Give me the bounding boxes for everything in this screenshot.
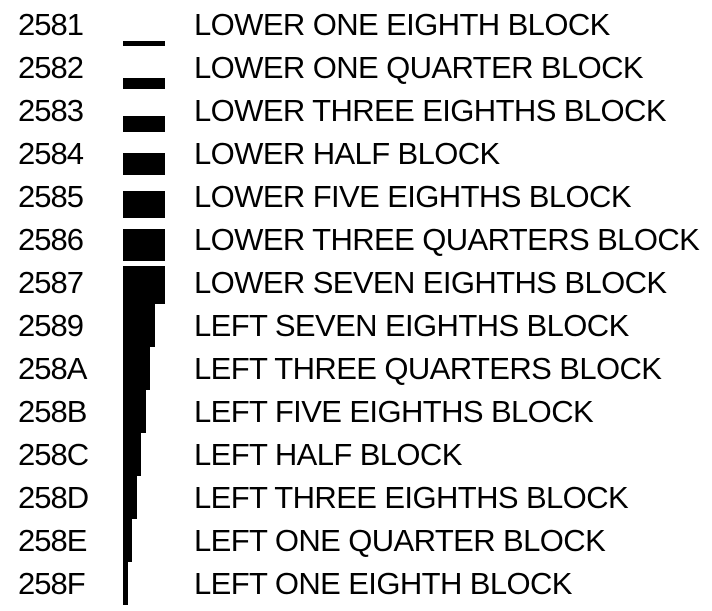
character-name: LOWER FIVE EIGHTHS BLOCK <box>194 179 632 214</box>
glyph-cell <box>123 304 165 347</box>
glyph-cell <box>123 261 165 304</box>
code-point: 2583 <box>18 93 84 128</box>
code-point: 2586 <box>18 222 84 257</box>
block-glyph <box>123 476 137 519</box>
table-row: 2589 LEFT SEVEN EIGHTHS BLOCK <box>0 304 712 347</box>
code-point: 258B <box>18 394 87 429</box>
code-point: 258C <box>18 437 89 472</box>
block-glyph <box>123 347 150 390</box>
code-point: 258E <box>18 523 87 558</box>
block-glyph <box>123 191 165 218</box>
code-point: 2585 <box>18 179 84 214</box>
glyph-cell <box>123 46 165 89</box>
glyph-cell <box>123 3 165 46</box>
table-row: 258A LEFT THREE QUARTERS BLOCK <box>0 347 712 390</box>
table-row: 258B LEFT FIVE EIGHTHS BLOCK <box>0 390 712 433</box>
glyph-cell <box>123 218 165 261</box>
table-row: 258F LEFT ONE EIGHTH BLOCK <box>0 562 712 605</box>
character-name: LOWER THREE QUARTERS BLOCK <box>194 222 700 257</box>
glyph-cell <box>123 132 165 175</box>
block-elements-table: 2581 LOWER ONE EIGHTH BLOCK 2582 LOWER O… <box>0 0 712 611</box>
block-glyph <box>123 519 132 562</box>
character-name: LEFT HALF BLOCK <box>194 437 462 472</box>
block-glyph <box>123 304 155 347</box>
table-row: 2582 LOWER ONE QUARTER BLOCK <box>0 46 712 89</box>
glyph-cell <box>123 519 165 562</box>
table-row: 2587 LOWER SEVEN EIGHTHS BLOCK <box>0 261 712 304</box>
table-row: 2581 LOWER ONE EIGHTH BLOCK <box>0 3 712 46</box>
character-name: LEFT SEVEN EIGHTHS BLOCK <box>194 308 629 343</box>
glyph-cell <box>123 175 165 218</box>
table-row: 2583 LOWER THREE EIGHTHS BLOCK <box>0 89 712 132</box>
glyph-cell <box>123 347 165 390</box>
character-name: LOWER THREE EIGHTHS BLOCK <box>194 93 667 128</box>
table-row: 258D LEFT THREE EIGHTHS BLOCK <box>0 476 712 519</box>
block-glyph <box>123 390 146 433</box>
block-glyph <box>123 266 165 304</box>
block-glyph <box>123 116 165 132</box>
character-name: LOWER ONE EIGHTH BLOCK <box>194 7 610 42</box>
code-point: 2584 <box>18 136 84 171</box>
table-row: 258E LEFT ONE QUARTER BLOCK <box>0 519 712 562</box>
block-glyph <box>123 433 141 476</box>
code-point: 258F <box>18 566 86 601</box>
table-row: 2584 LOWER HALF BLOCK <box>0 132 712 175</box>
glyph-cell <box>123 476 165 519</box>
block-glyph <box>123 153 165 175</box>
character-name: LEFT FIVE EIGHTHS BLOCK <box>194 394 594 429</box>
table-row: 2585 LOWER FIVE EIGHTHS BLOCK <box>0 175 712 218</box>
glyph-cell <box>123 390 165 433</box>
block-glyph <box>123 78 165 89</box>
character-name: LEFT THREE QUARTERS BLOCK <box>194 351 662 386</box>
code-point: 2587 <box>18 265 84 300</box>
code-point: 2581 <box>18 7 84 42</box>
character-name: LOWER HALF BLOCK <box>194 136 500 171</box>
character-name: LEFT THREE EIGHTHS BLOCK <box>194 480 629 515</box>
block-glyph <box>123 562 128 605</box>
table-row: 258C LEFT HALF BLOCK <box>0 433 712 476</box>
code-point: 2589 <box>18 308 84 343</box>
code-point: 258D <box>18 480 89 515</box>
character-name: LEFT ONE QUARTER BLOCK <box>194 523 606 558</box>
table-row: 2586 LOWER THREE QUARTERS BLOCK <box>0 218 712 261</box>
glyph-cell <box>123 562 165 605</box>
code-point: 2582 <box>18 50 84 85</box>
glyph-cell <box>123 433 165 476</box>
character-name: LOWER SEVEN EIGHTHS BLOCK <box>194 265 667 300</box>
block-glyph <box>123 229 165 261</box>
glyph-cell <box>123 89 165 132</box>
character-name: LOWER ONE QUARTER BLOCK <box>194 50 644 85</box>
character-name: LEFT ONE EIGHTH BLOCK <box>194 566 572 601</box>
code-point: 258A <box>18 351 87 386</box>
